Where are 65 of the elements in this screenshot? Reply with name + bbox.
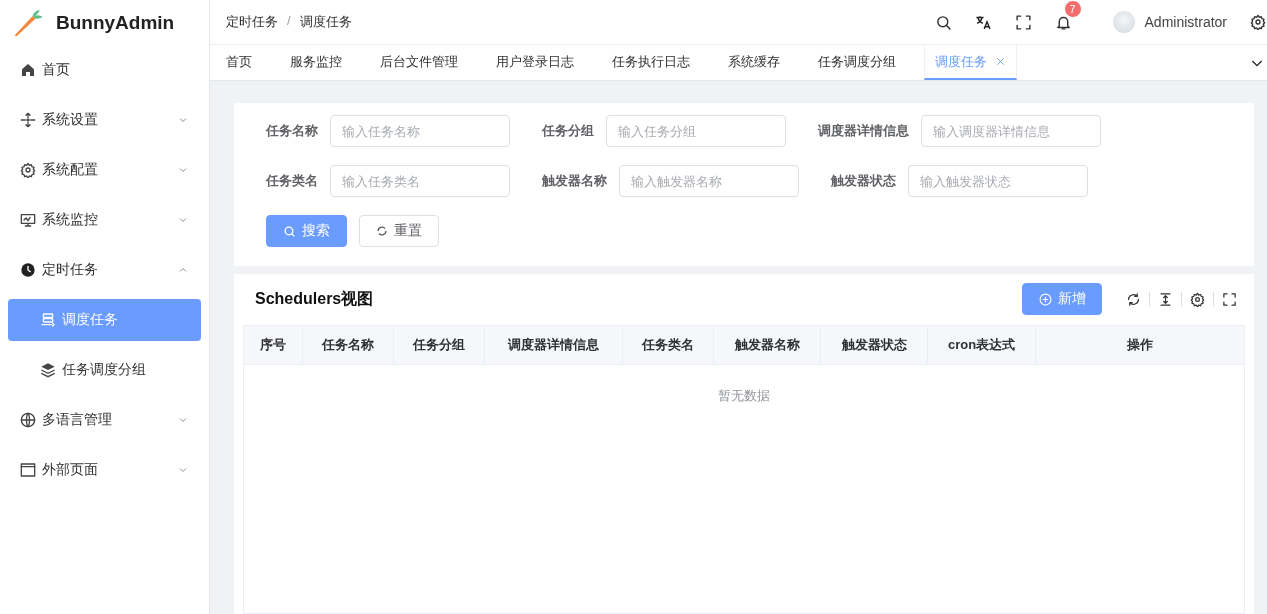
settings-icon[interactable] xyxy=(1250,14,1266,30)
window-icon xyxy=(20,462,36,478)
tab[interactable]: 用户登录日志 xyxy=(486,45,584,80)
tab[interactable]: 任务调度分组 xyxy=(808,45,906,80)
column-header: 触发器名称 xyxy=(714,326,821,364)
menu-item[interactable]: 系统设置 xyxy=(0,95,209,145)
field-label: 任务名称 xyxy=(266,122,318,140)
tab[interactable]: 服务监控 xyxy=(280,45,352,80)
column-header: 调度器详情信息 xyxy=(485,326,623,364)
breadcrumb-separator: / xyxy=(287,13,291,30)
menu-item[interactable]: 系统配置 xyxy=(0,145,209,195)
input-field[interactable]: 输入任务分组 xyxy=(606,115,786,147)
column-header: 任务名称 xyxy=(303,326,394,364)
notification-badge: 7 xyxy=(1063,0,1082,18)
globe-icon xyxy=(20,412,36,428)
column-header: 序号 xyxy=(244,326,303,364)
tab[interactable]: 任务执行日志 xyxy=(602,45,700,80)
menu-item[interactable]: 外部页面 xyxy=(0,445,209,495)
table-title: Schedulers视图 xyxy=(255,288,375,309)
tab[interactable]: 系统缓存 xyxy=(718,45,790,80)
menu-item[interactable]: 多语言管理 xyxy=(0,395,209,445)
column-header: 操作 xyxy=(1126,336,1154,354)
tab[interactable]: 后台文件管理 xyxy=(370,45,468,80)
row-height-icon[interactable] xyxy=(1158,291,1173,307)
search-icon[interactable] xyxy=(935,13,953,31)
breadcrumb-item[interactable]: 定时任务 xyxy=(226,13,278,31)
monitor-icon xyxy=(20,212,36,228)
column-header: 触发器状态 xyxy=(821,326,928,364)
brand-name: BunnyAdmin xyxy=(56,11,175,34)
column-header: cron表达式 xyxy=(928,326,1036,364)
refresh-icon xyxy=(376,225,388,237)
layers-icon xyxy=(40,362,56,378)
empty-message: 暂无数据 xyxy=(717,387,771,405)
input-field[interactable]: 输入触发器状态 xyxy=(908,165,1088,197)
arrows-icon xyxy=(20,112,36,128)
reset-button[interactable]: 重置 xyxy=(359,215,439,247)
refresh-icon[interactable] xyxy=(1126,291,1141,307)
menu-item[interactable]: 系统监控 xyxy=(0,195,209,245)
field-label: 调度器详情信息 xyxy=(818,122,909,140)
field-label: 触发器状态 xyxy=(831,172,896,190)
plus-circle-icon xyxy=(1038,292,1052,306)
translate-icon[interactable] xyxy=(975,13,993,31)
column-header: 任务分组 xyxy=(394,326,485,364)
submenu-item[interactable]: 任务调度分组 xyxy=(8,349,201,391)
search-icon xyxy=(283,224,296,238)
clock-icon xyxy=(20,262,36,278)
settings-icon[interactable] xyxy=(1190,291,1205,307)
fullscreen-icon[interactable] xyxy=(1015,13,1033,31)
field-label: 任务类名 xyxy=(266,172,318,190)
breadcrumb-item: 调度任务 xyxy=(299,13,352,31)
input-field[interactable]: 输入触发器名称 xyxy=(619,165,799,197)
column-header: 任务类名 xyxy=(623,326,714,364)
input-field[interactable]: 输入任务名称 xyxy=(330,115,510,147)
field-label: 任务分组 xyxy=(542,122,594,140)
input-field[interactable]: 输入任务类名 xyxy=(330,165,510,197)
menu-item[interactable]: 首页 xyxy=(0,45,209,95)
field-label: 触发器名称 xyxy=(542,172,607,190)
user-name[interactable]: Administrator xyxy=(1144,14,1227,30)
server-icon xyxy=(40,312,56,328)
gear-icon xyxy=(20,162,36,178)
menu-item[interactable]: 定时任务 xyxy=(0,245,209,295)
fullscreen-icon[interactable] xyxy=(1222,291,1237,307)
tab[interactable]: 首页 xyxy=(216,45,262,80)
input-field[interactable]: 输入调度器详情信息 xyxy=(921,115,1101,147)
house-icon xyxy=(20,62,36,78)
